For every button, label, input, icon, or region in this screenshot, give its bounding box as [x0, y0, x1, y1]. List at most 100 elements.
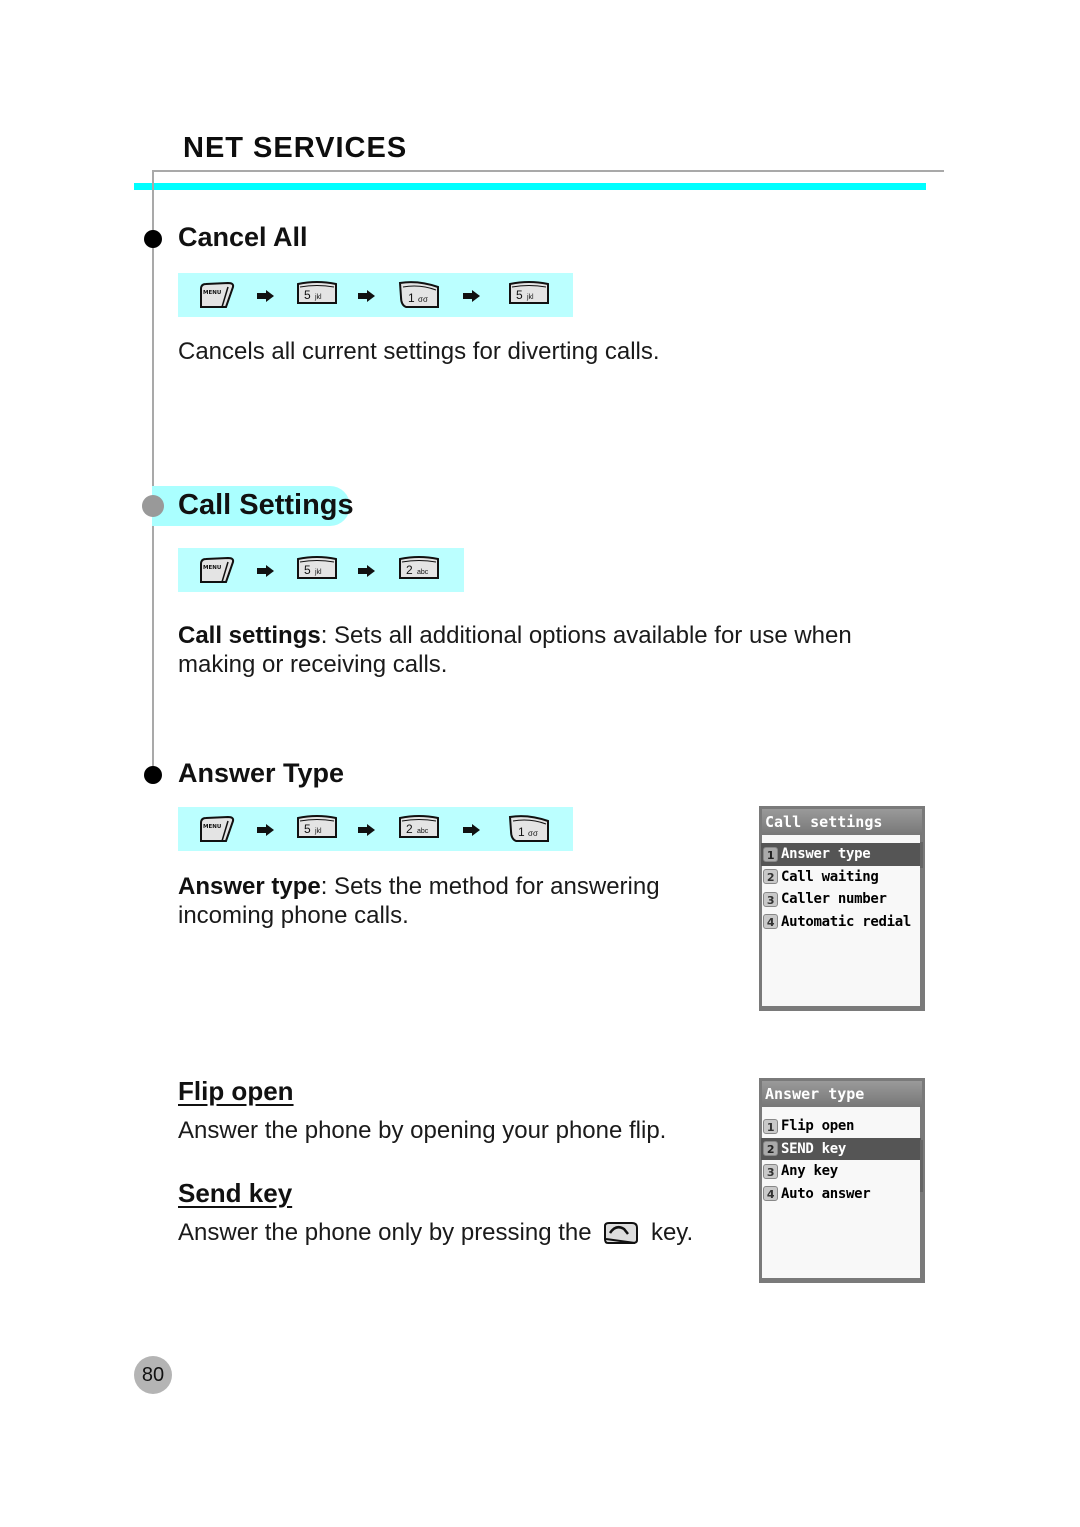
menu-item-label: Caller number: [781, 891, 887, 908]
screen-menu-item[interactable]: 1 Flip open: [761, 1115, 923, 1138]
page-number: 80: [134, 1356, 172, 1394]
svg-text:jkl: jkl: [526, 294, 534, 301]
key-5-icon: 5 jkl: [296, 279, 338, 310]
subheading-flip-open: Flip open: [178, 1076, 294, 1106]
flip-open-description: Answer the phone by opening your phone f…: [178, 1117, 667, 1144]
screen-menu-item[interactable]: 4 Auto answer: [761, 1183, 923, 1206]
screen-menu-item[interactable]: 4 Automatic redial: [761, 911, 923, 934]
key-sequence-cancel-all: MENU 5 jkl 1 σσ 5 jkl: [178, 273, 573, 317]
svg-text:2: 2: [406, 563, 413, 577]
svg-text:5: 5: [516, 288, 523, 302]
screen-menu-list: 1 Answer type 2 Call waiting 3 Caller number 4…: [761, 843, 923, 933]
menu-item-label: Automatic redial: [781, 913, 912, 930]
section-bullet: [144, 230, 162, 248]
menu-number-badge: 2: [763, 1141, 778, 1157]
answer-type-text: : Sets the method for answering: [320, 873, 660, 900]
scrollbar: [920, 842, 923, 868]
send-key-icon: [602, 1220, 640, 1253]
subheading-send-key: Send key: [178, 1178, 293, 1208]
key-1-icon: 1 σσ: [508, 813, 550, 848]
svg-text:5: 5: [304, 563, 311, 577]
svg-text:1: 1: [518, 825, 525, 839]
screen-menu-item[interactable]: 2 Call waiting: [761, 866, 923, 889]
key-sequence-call-settings: MENU 5 jkl 2 abc: [178, 548, 464, 592]
menu-number-badge: 2: [763, 869, 778, 885]
answer-type-term: Answer type: [178, 873, 321, 900]
menu-item-label: Any key: [781, 1163, 838, 1180]
menu-number-badge: 1: [763, 1118, 778, 1134]
key-1-icon: 1 σσ: [398, 279, 440, 314]
svg-text:MENU: MENU: [203, 565, 221, 571]
screen-menu-item[interactable]: 2 SEND key: [761, 1137, 921, 1160]
menu-number-badge: 4: [763, 1186, 778, 1202]
section-heading-call-settings: Call Settings: [178, 489, 354, 521]
call-settings-text-line2: making or receiving calls.: [178, 651, 448, 678]
send-key-text-after: key.: [650, 1219, 694, 1246]
arrow-right-icon: [358, 823, 376, 841]
svg-text:MENU: MENU: [203, 290, 221, 296]
svg-text:5: 5: [304, 288, 311, 302]
screen-menu-item[interactable]: 1 Answer type: [761, 843, 921, 866]
arrow-right-icon: [257, 564, 275, 582]
call-settings-description: Call settings: Sets all additional optio…: [178, 621, 898, 679]
arrow-right-icon: [463, 823, 481, 841]
cancel-all-description: Cancels all current settings for diverti…: [178, 338, 660, 365]
key-5-icon: 5 jkl: [296, 813, 338, 844]
svg-text:5: 5: [304, 822, 311, 836]
svg-text:jkl: jkl: [314, 294, 322, 301]
screen-menu-item[interactable]: 3 Any key: [761, 1160, 923, 1183]
svg-text:1: 1: [408, 291, 415, 305]
svg-text:σσ: σσ: [528, 829, 538, 838]
menu-item-label: SEND key: [781, 1140, 847, 1157]
header-rule: [152, 170, 944, 172]
menu-number-badge: 4: [763, 914, 778, 930]
screen-menu-item[interactable]: 3 Caller number: [761, 888, 923, 911]
section-bullet: [144, 766, 162, 784]
svg-text:abc: abc: [417, 569, 429, 576]
svg-text:jkl: jkl: [314, 569, 322, 576]
send-key-description: Answer the phone only by pressing the ke…: [178, 1218, 693, 1253]
svg-text:MENU: MENU: [203, 824, 221, 830]
menu-item-label: Auto answer: [781, 1185, 871, 1202]
screen-title: Answer type: [762, 1081, 922, 1107]
send-key-text: Answer the phone only by pressing the: [178, 1219, 592, 1246]
answer-type-text-line2: incoming phone calls.: [178, 902, 409, 929]
page-title: NET SERVICES: [183, 132, 408, 164]
key-5-icon: 5 jkl: [296, 554, 338, 585]
section-heading-answer-type: Answer Type: [178, 758, 345, 788]
screen-title: Call settings: [762, 809, 922, 835]
menu-key-icon: MENU: [198, 279, 238, 316]
call-settings-term: Call settings: [178, 622, 321, 649]
svg-text:jkl: jkl: [314, 828, 322, 835]
menu-item-label: Answer type: [781, 846, 871, 863]
phone-screen-answer-type: Answer type 1 Flip open 2 SEND key 3 Any key 4…: [759, 1078, 925, 1283]
svg-text:abc: abc: [417, 828, 429, 835]
section-heading-cancel-all: Cancel All: [178, 222, 308, 252]
menu-item-label: Flip open: [781, 1118, 855, 1135]
menu-key-icon: MENU: [198, 813, 238, 850]
call-settings-text: : Sets all additional options available …: [320, 622, 852, 649]
answer-type-description: Answer type: Sets the method for answeri…: [178, 872, 698, 930]
screen-menu-list: 1 Flip open 2 SEND key 3 Any key 4 Auto answer: [761, 1115, 923, 1205]
menu-number-badge: 3: [763, 1163, 778, 1179]
arrow-right-icon: [358, 564, 376, 582]
key-5-icon: 5 jkl: [508, 279, 550, 310]
svg-text:σσ: σσ: [418, 295, 428, 304]
header-accent-bar: [134, 183, 926, 190]
section-bullet-gray: [142, 495, 164, 517]
scrollbar: [920, 1140, 923, 1192]
phone-screen-call-settings: Call settings 1 Answer type 2 Call waiting 3…: [759, 806, 925, 1011]
key-2-icon: 2 abc: [398, 554, 440, 585]
menu-number-badge: 1: [763, 846, 778, 862]
arrow-right-icon: [358, 289, 376, 307]
menu-key-icon: MENU: [198, 554, 238, 591]
section-timeline-line: [152, 170, 154, 775]
key-2-icon: 2 abc: [398, 813, 440, 844]
menu-number-badge: 3: [763, 891, 778, 907]
arrow-right-icon: [463, 289, 481, 307]
menu-item-label: Call waiting: [781, 868, 879, 885]
svg-text:2: 2: [406, 822, 413, 836]
key-sequence-answer-type: MENU 5 jkl 2 abc 1 σσ: [178, 807, 573, 851]
arrow-right-icon: [257, 289, 275, 307]
arrow-right-icon: [257, 823, 275, 841]
